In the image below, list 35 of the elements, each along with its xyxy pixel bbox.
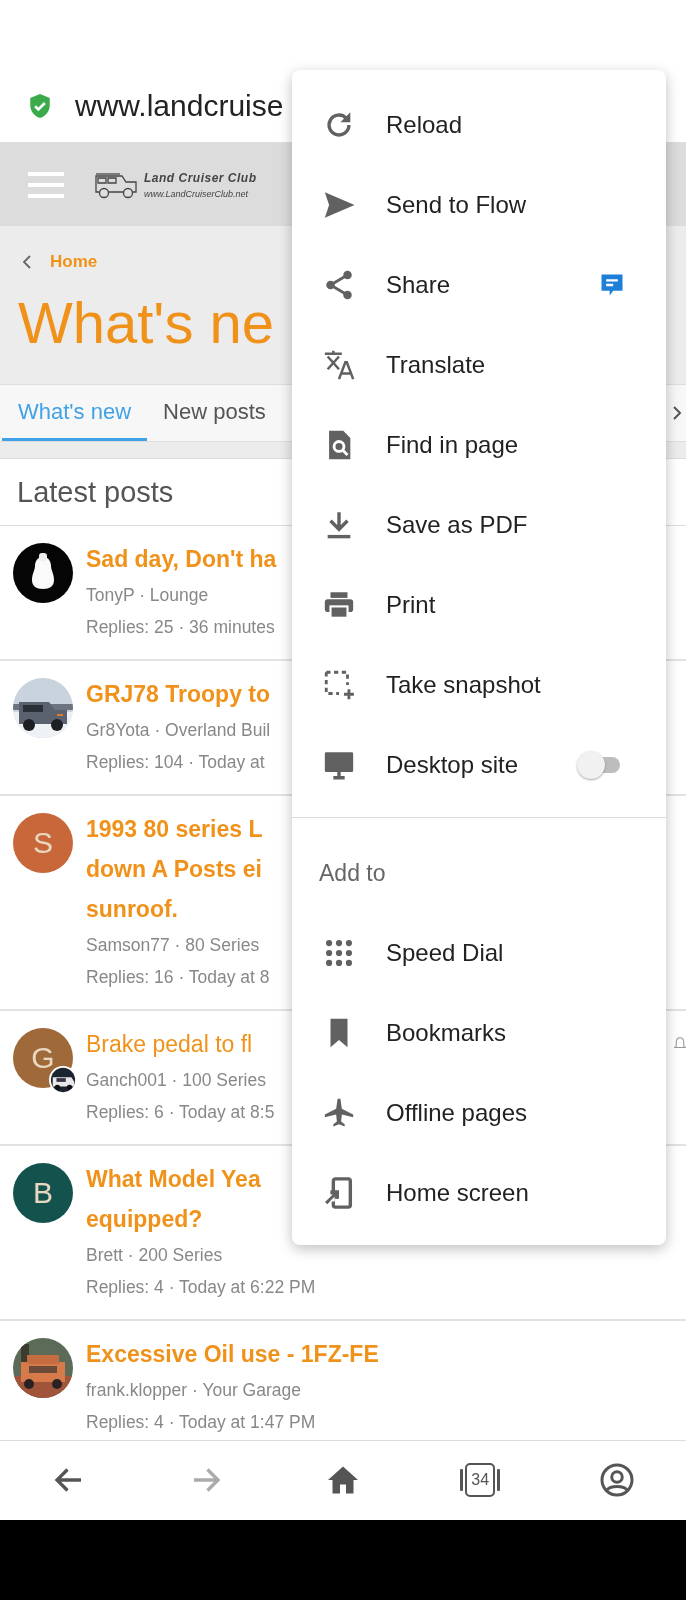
post-stats: Replies: 4 · Today at 1:47 PM	[86, 1411, 317, 1434]
post-stats: Replies: 25 · 36 minutes	[86, 616, 276, 639]
menu-item[interactable]: Reload	[292, 85, 666, 165]
url-text[interactable]: www.landcruise	[75, 89, 284, 123]
post-meta: frank.klopper · Your Garage	[86, 1379, 302, 1402]
logo-url: www.LandCruiserClub.net	[144, 188, 250, 199]
menu-item[interactable]: Speed Dial	[292, 913, 666, 993]
post-meta: Samson77 · 80 Series	[86, 934, 261, 957]
account-icon[interactable]	[599, 1462, 636, 1498]
translate-icon	[322, 348, 356, 382]
menu-item[interactable]: Translate	[292, 325, 666, 405]
post-meta: Brett · 200 Series	[86, 1244, 224, 1267]
chevron-right-icon[interactable]	[672, 405, 682, 421]
post-stats: Replies: 4 · Today at 6:22 PM	[86, 1276, 316, 1299]
post-meta: Ganch001 · 100 Series	[86, 1069, 267, 1092]
menu-section-title: Add to	[318, 859, 387, 888]
menu-item[interactable]: Share	[292, 245, 666, 325]
menu-item[interactable]: Desktop site	[292, 725, 666, 805]
menu-item[interactable]: Bookmarks	[292, 993, 666, 1073]
post-meta: TonyP · Lounge	[86, 584, 210, 607]
post-meta: Gr8Yota · Overland Buil	[86, 719, 271, 742]
menu-item[interactable]: Send to Flow	[292, 165, 666, 245]
post-stats: Replies: 6 · Today at 8:5	[86, 1101, 275, 1124]
back-chevron-icon[interactable]	[22, 254, 32, 270]
page-title: What's ne	[17, 289, 276, 357]
post-stats: Replies: 104 · Today at	[86, 751, 266, 774]
menu-item[interactable]: Home screen	[292, 1153, 666, 1233]
menu-item[interactable]: Offline pages	[292, 1073, 666, 1153]
user-avatar[interactable]: B	[13, 1163, 73, 1223]
post-stats: Replies: 16 · Today at 8	[86, 966, 270, 989]
menu-item[interactable]: Take snapshot	[292, 645, 666, 725]
tab[interactable]: New posts	[147, 385, 282, 441]
snapshot-icon	[322, 668, 356, 702]
menu-item[interactable]: Print	[292, 565, 666, 645]
logo-title: Land Cruiser Club	[144, 170, 257, 185]
